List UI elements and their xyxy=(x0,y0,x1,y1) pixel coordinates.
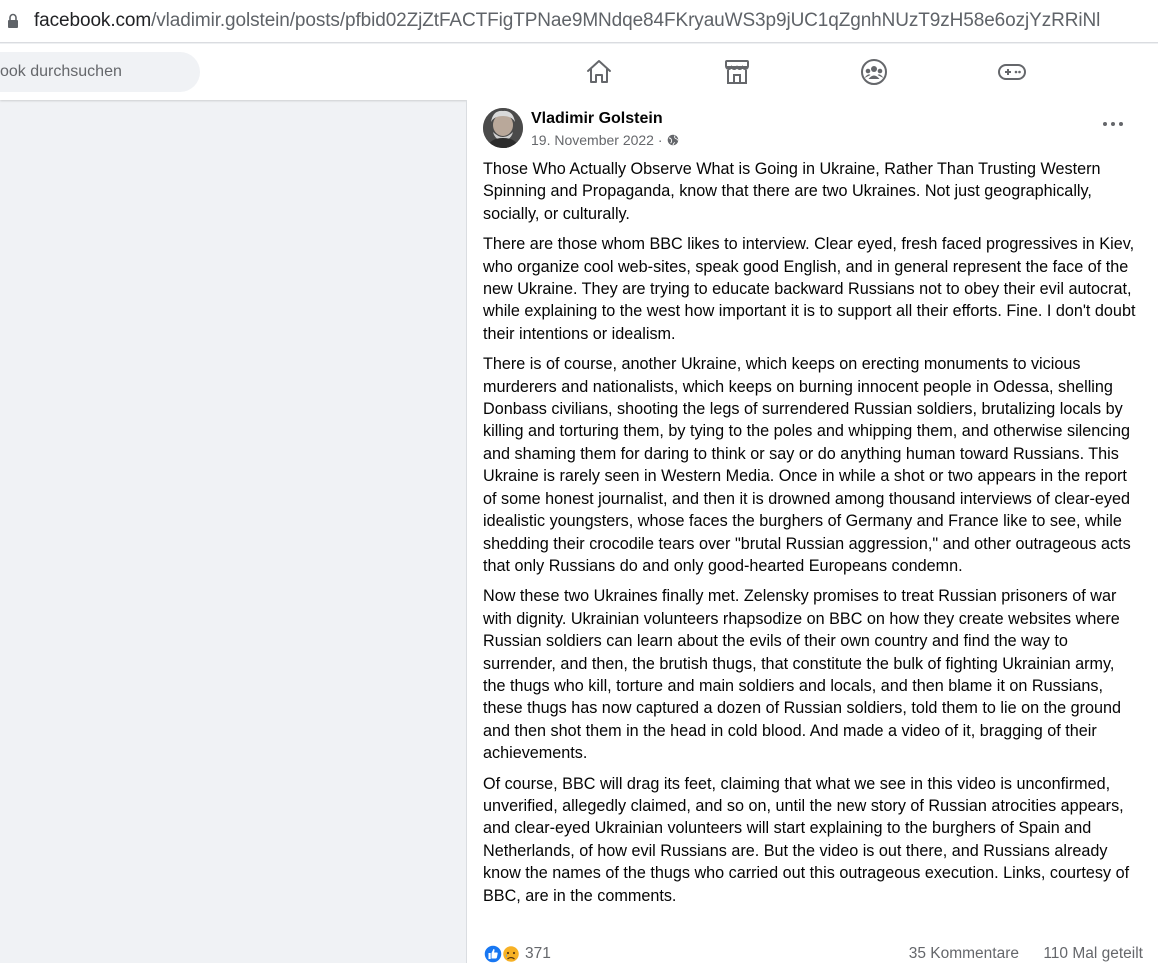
shares-count[interactable]: 110 Mal geteilt xyxy=(1043,945,1143,963)
groups-icon[interactable] xyxy=(859,57,889,87)
more-options-icon[interactable] xyxy=(1103,118,1123,130)
search-placeholder: ook durchsuchen xyxy=(0,63,122,80)
browser-url-bar[interactable]: facebook.com/vladimir.golstein/posts/pfb… xyxy=(0,0,1158,43)
post-date: 19. November 2022 · xyxy=(531,132,663,148)
url-text[interactable]: facebook.com/vladimir.golstein/posts/pfb… xyxy=(34,10,1100,32)
home-icon[interactable] xyxy=(584,57,614,87)
avatar[interactable] xyxy=(483,108,523,148)
gaming-icon[interactable] xyxy=(997,57,1027,87)
reactions-count[interactable]: 371 xyxy=(525,945,551,963)
post-paragraph: Of course, BBC will drag its feet, claim… xyxy=(483,774,1130,905)
comments-count[interactable]: 35 Kommentare xyxy=(909,945,1019,963)
post-text: Those Who Actually Observe What is Going… xyxy=(483,158,1137,915)
post-paragraph: There are those whom BBC likes to interv… xyxy=(483,235,1136,343)
like-reaction-icon xyxy=(483,944,503,963)
reactions-icon[interactable] xyxy=(483,944,523,963)
post-paragraph: Those Who Actually Observe What is Going… xyxy=(483,160,1101,223)
post-card: Vladimir Golstein 19. November 2022 · Th… xyxy=(466,100,1158,963)
post-footer: 371 35 Kommentare 110 Mal geteilt xyxy=(483,943,1143,963)
post-paragraph: Now these two Ukraines finally met. Zele… xyxy=(483,587,1122,763)
post-timestamp[interactable]: 19. November 2022 · xyxy=(531,132,679,148)
globe-icon xyxy=(667,134,678,146)
search-input[interactable]: ook durchsuchen xyxy=(0,52,200,92)
sad-reaction-icon xyxy=(501,944,521,963)
facebook-top-nav: ook durchsuchen xyxy=(0,44,1158,100)
url-path: /vladimir.golstein/posts/pfbid02ZjZtFACT… xyxy=(151,10,1101,31)
lock-icon xyxy=(8,13,18,28)
marketplace-icon[interactable] xyxy=(722,57,752,87)
post-paragraph: There is of course, another Ukraine, whi… xyxy=(483,355,1131,575)
profile-photo xyxy=(483,108,523,148)
author-name[interactable]: Vladimir Golstein xyxy=(531,110,663,128)
url-host: facebook.com xyxy=(34,10,152,31)
